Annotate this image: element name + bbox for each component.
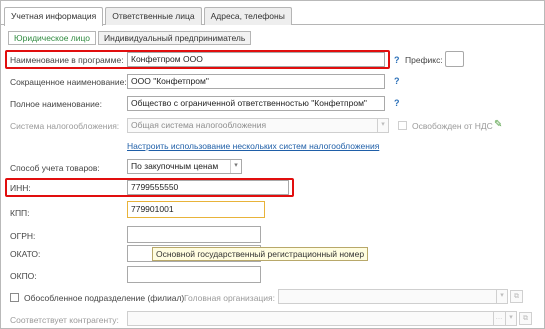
chevron-down-icon[interactable]: ▾ (230, 160, 241, 173)
inn-label: ИНН: (10, 183, 31, 193)
chevron-down-icon[interactable]: ▾ (505, 312, 516, 325)
goods-accounting-select[interactable]: По закупочным ценам ▾ (127, 159, 242, 174)
ellipsis-icon[interactable]: … (493, 312, 504, 325)
name-in-program-input[interactable]: Конфетпром ООО (127, 52, 385, 67)
open-icon[interactable]: ⧉ (519, 312, 532, 325)
tab-accounting-info[interactable]: Учетная информация (4, 7, 104, 26)
vat-exempt-label: Освобожден от НДС (412, 121, 493, 131)
multi-tax-systems-link[interactable]: Настроить использование нескольких систе… (127, 141, 379, 151)
vat-exempt-checkbox[interactable] (398, 121, 407, 130)
legal-form-switch: Юридическое лицо Индивидуальный предприн… (8, 31, 253, 45)
branch-label: Обособленное подразделение (филиал) (24, 293, 185, 303)
name-in-program-label: Наименование в программе: (10, 55, 124, 65)
short-name-label: Сокращенное наименование: (10, 77, 127, 87)
prefix-label: Префикс: (405, 55, 443, 65)
okpo-input[interactable] (127, 266, 261, 283)
subtab-legal-entity[interactable]: Юридическое лицо (8, 31, 97, 45)
branch-checkbox[interactable] (10, 293, 19, 302)
kpp-input[interactable]: 779901001 (127, 201, 265, 218)
chevron-down-icon[interactable]: ▾ (496, 290, 507, 303)
tab-responsible-persons[interactable]: Ответственные лица (105, 7, 202, 25)
kpp-label: КПП: (10, 208, 30, 218)
short-name-input[interactable]: ООО "Конфетпром" (127, 74, 385, 89)
head-org-label: Головная организация: (184, 293, 276, 303)
okpo-label: ОКПО: (10, 271, 37, 281)
help-icon[interactable]: ? (394, 76, 400, 86)
ogrn-input[interactable] (127, 226, 261, 243)
goods-accounting-value: По закупочным ценам (131, 161, 219, 171)
tax-system-label: Система налогообложения: (10, 121, 120, 131)
counterparty-select[interactable]: … ▾ (127, 311, 517, 326)
help-icon[interactable]: ? (394, 55, 400, 65)
tab-addresses-phones[interactable]: Адреса, телефоны (203, 7, 292, 25)
pencil-icon[interactable]: ✎ (494, 119, 502, 130)
organization-form: Учетная информация Ответственные лица Ад… (0, 0, 545, 329)
prefix-input[interactable] (445, 51, 464, 67)
tax-system-value: Общая система налогообложения (131, 120, 267, 130)
ogrn-label: ОГРН: (10, 231, 36, 241)
help-icon[interactable]: ? (394, 98, 400, 108)
inn-input[interactable]: 7799555550 (127, 180, 289, 195)
full-name-label: Полное наименование: (10, 99, 102, 109)
goods-accounting-label: Способ учета товаров: (10, 163, 100, 173)
chevron-down-icon[interactable]: ▾ (377, 119, 388, 132)
tab-bar: Учетная информация Ответственные лица Ад… (4, 7, 294, 26)
ogrn-tooltip: Основной государственный регистрационный… (152, 247, 369, 261)
tax-system-select[interactable]: Общая система налогообложения ▾ (127, 118, 389, 133)
full-name-input[interactable]: Общество с ограниченной ответственностью… (127, 96, 385, 111)
head-org-select[interactable]: ▾ (278, 289, 508, 304)
open-icon[interactable]: ⧉ (510, 290, 523, 303)
okato-label: ОКАТО: (10, 249, 41, 259)
subtab-individual-entrepreneur[interactable]: Индивидуальный предприниматель (98, 31, 252, 45)
counterparty-label: Соответствует контрагенту: (10, 315, 119, 325)
